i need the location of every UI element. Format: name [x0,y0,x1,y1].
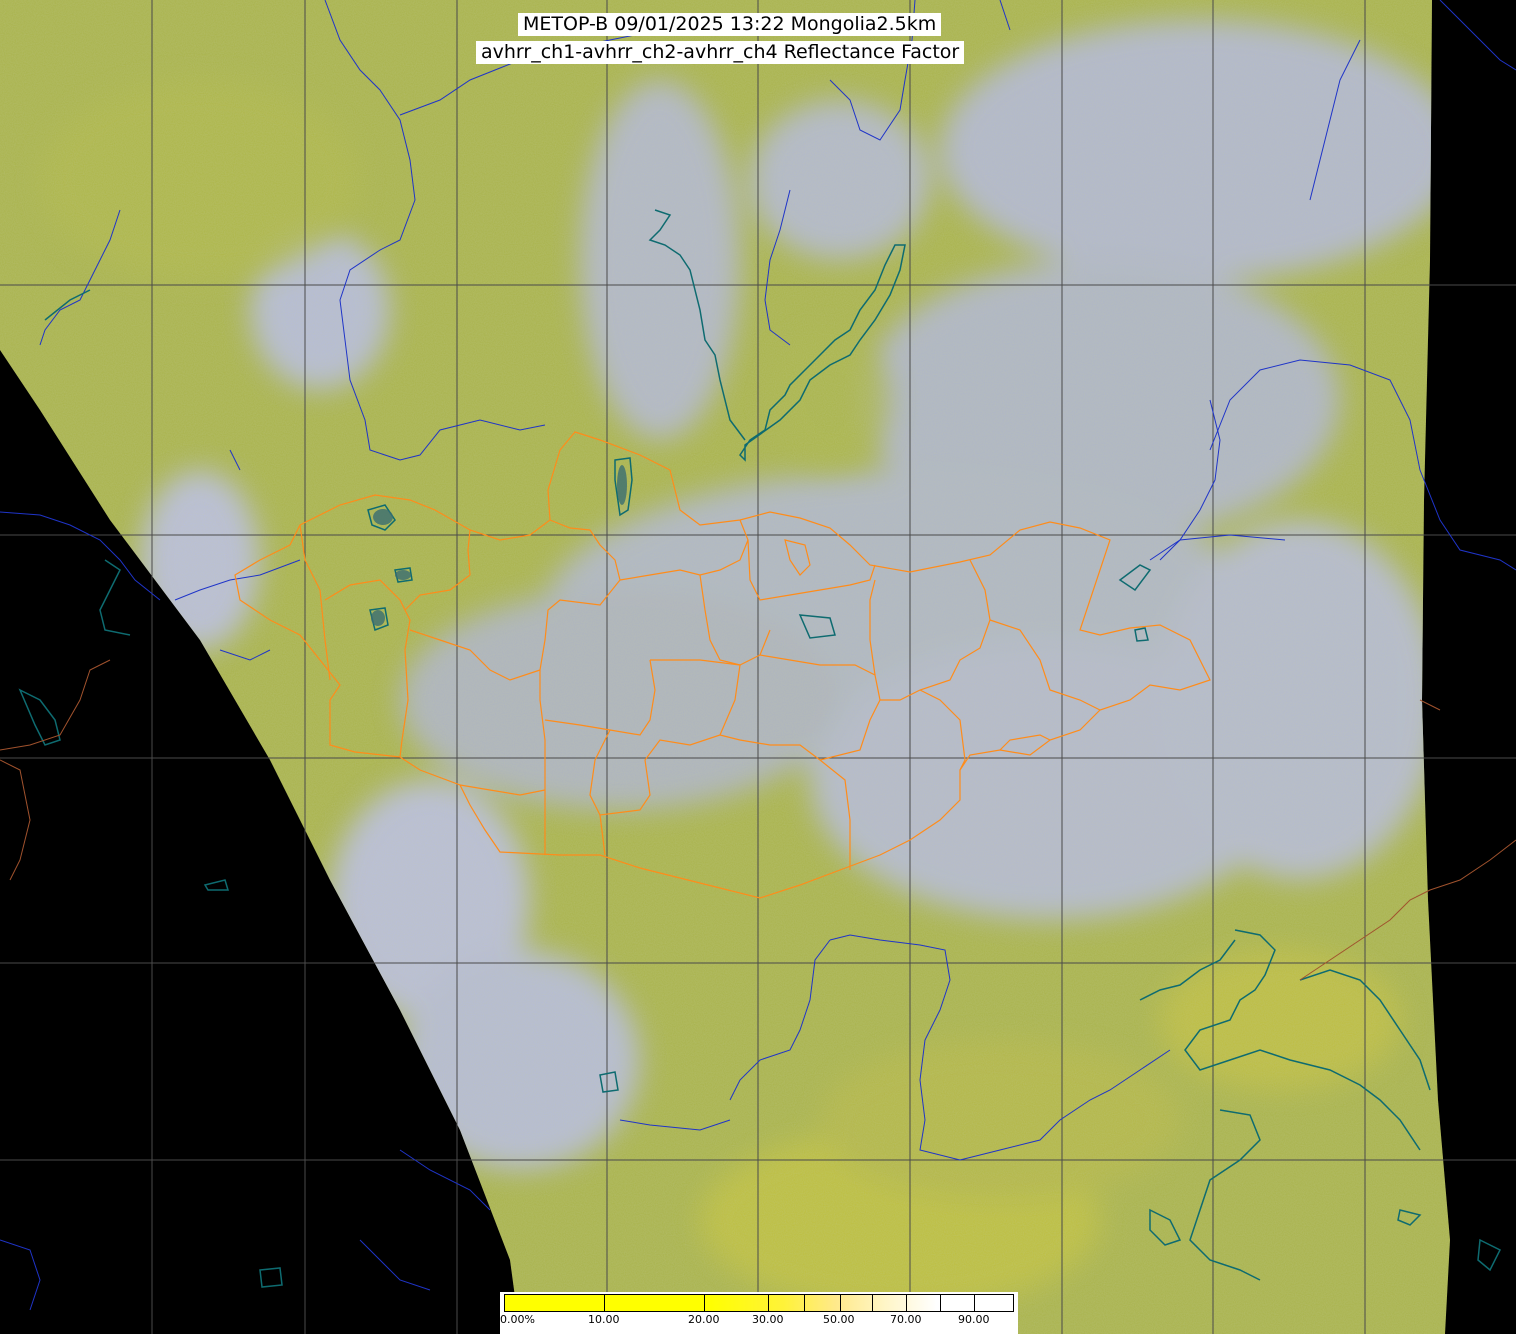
satellite-map [0,0,1516,1334]
colorbar-tick [604,1294,605,1312]
colorbar-tick [974,1294,975,1312]
colorbar-label: 10.00 [588,1313,620,1326]
colorbar-legend: 0.00% 10.00 20.00 30.00 50.00 70.00 90.0… [500,1292,1018,1334]
colorbar-tick [906,1294,907,1312]
colorbar-label: 20.00 [688,1313,720,1326]
colorbar-label: 90.00 [958,1313,990,1326]
colorbar-tick [704,1294,705,1312]
map-title-line2: avhrr_ch1-avhrr_ch2-avhrr_ch4 Reflectanc… [476,41,965,64]
colorbar-label: 50.00 [823,1313,855,1326]
colorbar-tick [768,1294,769,1312]
colorbar-label: 0.00% [500,1313,535,1326]
colorbar-tick [940,1294,941,1312]
colorbar-tick [804,1294,805,1312]
colorbar-label: 30.00 [752,1313,784,1326]
colorbar-ramp [504,1294,1014,1312]
colorbar-tick [872,1294,873,1312]
colorbar-tick [840,1294,841,1312]
map-title-line1: METOP-B 09/01/2025 13:22 Mongolia2.5km [518,13,942,36]
colorbar-label: 70.00 [890,1313,922,1326]
